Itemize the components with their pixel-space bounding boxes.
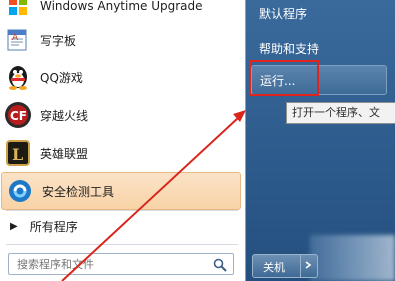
program-label: QQ游戏 bbox=[40, 70, 83, 85]
qq-penguin-icon bbox=[4, 63, 32, 91]
program-windows-anytime-upgrade[interactable]: Windows Anytime Upgrade bbox=[0, 0, 240, 24]
crossfire-icon: CF bbox=[4, 101, 32, 129]
program-wordpad[interactable]: A 写字板 bbox=[0, 22, 240, 58]
start-menu-programs-pane: Windows Anytime Upgrade A 写字板 QQ游戏 CF 穿越… bbox=[0, 0, 246, 281]
all-programs-button[interactable]: ▶ 所有程序 bbox=[0, 212, 240, 240]
program-league-of-legends[interactable]: L 英雄联盟 bbox=[0, 135, 240, 171]
help-and-support-link[interactable]: 帮助和支持 bbox=[259, 40, 319, 57]
shutdown-button[interactable]: 关机 bbox=[252, 254, 304, 278]
program-qq-game[interactable]: QQ游戏 bbox=[0, 59, 240, 95]
league-of-legends-icon: L bbox=[4, 139, 32, 167]
default-programs-link[interactable]: 默认程序 bbox=[259, 5, 307, 22]
menu-divider bbox=[6, 210, 238, 211]
search-input[interactable] bbox=[15, 256, 209, 272]
program-label: 英雄联盟 bbox=[40, 146, 89, 161]
program-label: 安全检测工具 bbox=[42, 184, 115, 199]
wordpad-icon: A bbox=[4, 26, 32, 54]
chevron-right-icon bbox=[305, 261, 312, 269]
menu-divider bbox=[6, 244, 238, 245]
svg-text:CF: CF bbox=[10, 109, 27, 123]
program-label: 写字板 bbox=[40, 33, 77, 48]
svg-text:A: A bbox=[12, 33, 19, 43]
blurred-region bbox=[310, 235, 395, 281]
security-tool-icon bbox=[6, 177, 34, 205]
annotation-highlight-box bbox=[249, 60, 319, 96]
program-security-tool[interactable]: 安全检测工具 bbox=[1, 172, 241, 210]
program-label: Windows Anytime Upgrade bbox=[40, 0, 203, 13]
shutdown-options-button[interactable] bbox=[300, 254, 318, 278]
svg-text:L: L bbox=[12, 145, 23, 164]
run-tooltip: 打开一个程序、文 bbox=[286, 102, 395, 124]
shutdown-label: 关机 bbox=[263, 261, 285, 274]
program-crossfire[interactable]: CF 穿越火线 bbox=[0, 97, 240, 133]
search-box[interactable] bbox=[8, 253, 234, 275]
program-label: 穿越火线 bbox=[40, 108, 89, 123]
search-icon[interactable] bbox=[213, 257, 227, 272]
all-programs-label: 所有程序 bbox=[29, 219, 78, 234]
windows-upgrade-icon bbox=[4, 0, 32, 20]
triangle-right-icon: ▶ bbox=[10, 220, 18, 232]
